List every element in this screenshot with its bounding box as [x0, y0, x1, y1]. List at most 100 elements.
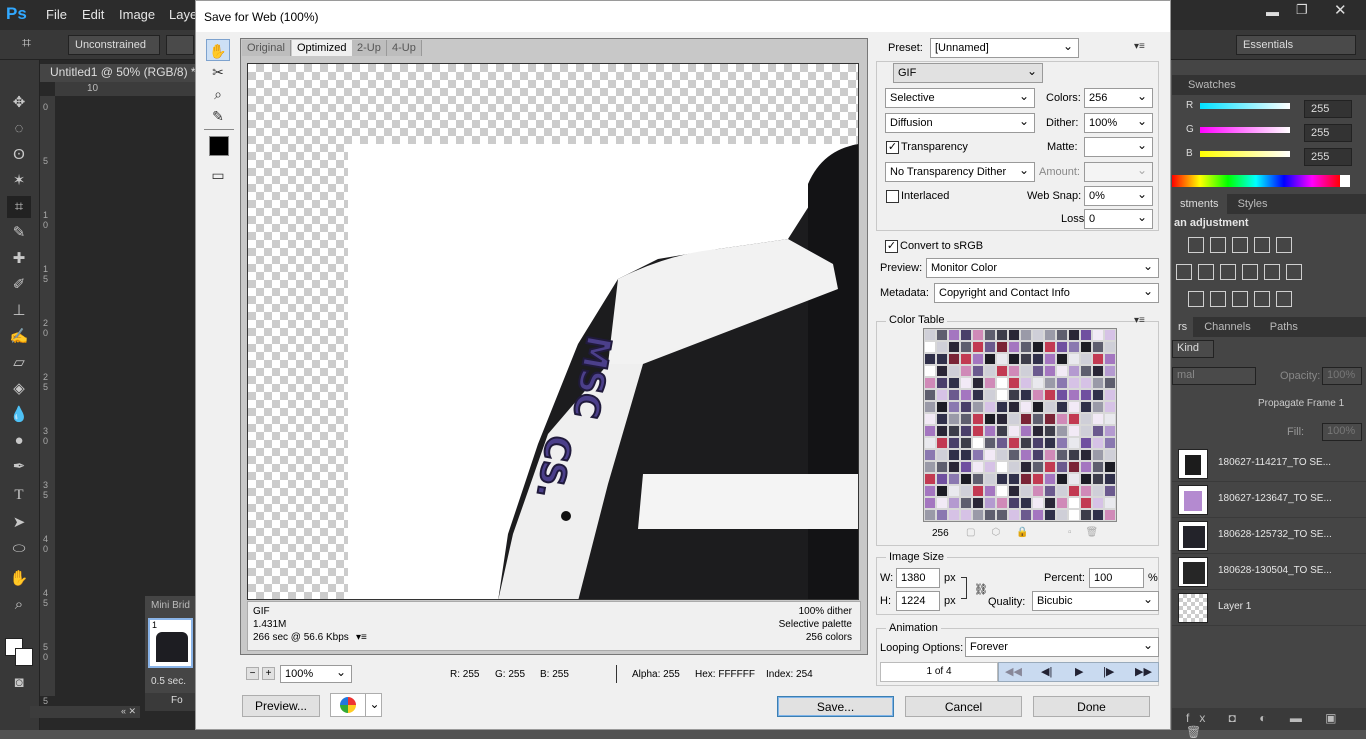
palette-swatch[interactable]: [972, 377, 984, 389]
palette-swatch[interactable]: [1068, 509, 1080, 521]
palette-swatch[interactable]: [1020, 329, 1032, 341]
palette-swatch[interactable]: [1092, 365, 1104, 377]
next-frame-icon[interactable]: |▶: [1103, 665, 1114, 678]
palette-swatch[interactable]: [996, 437, 1008, 449]
palette-swatch[interactable]: [924, 497, 936, 509]
palette-swatch[interactable]: [984, 377, 996, 389]
restore-icon[interactable]: ❐: [1296, 2, 1308, 18]
palette-swatch[interactable]: [1008, 485, 1020, 497]
palette-swatch[interactable]: [984, 509, 996, 521]
palette-swatch[interactable]: [984, 473, 996, 485]
minimize-icon[interactable]: ▬: [1266, 4, 1279, 19]
invert-icon[interactable]: [1188, 291, 1204, 307]
palette-swatch[interactable]: [972, 425, 984, 437]
palette-swatch[interactable]: [948, 329, 960, 341]
palette-swatch[interactable]: [1080, 425, 1092, 437]
palette-swatch[interactable]: [1008, 413, 1020, 425]
move-tool-icon[interactable]: ✥: [7, 92, 31, 114]
palette-swatch[interactable]: [984, 365, 996, 377]
layer-row[interactable]: 180628-125732_TO SE...: [1172, 518, 1366, 554]
green-slider[interactable]: [1200, 127, 1290, 133]
palette-swatch[interactable]: [1044, 353, 1056, 365]
vibrance-icon[interactable]: [1276, 237, 1292, 253]
close-icon[interactable]: ✕: [1334, 1, 1347, 19]
format-select[interactable]: GIF: [893, 62, 1043, 83]
tab-adjustments[interactable]: stments: [1172, 194, 1227, 214]
palette-swatch[interactable]: [984, 341, 996, 353]
palette-swatch[interactable]: [1092, 485, 1104, 497]
zoom-level-select[interactable]: 100%: [280, 664, 352, 683]
red-value[interactable]: 255: [1304, 100, 1352, 118]
palette-swatch[interactable]: [1044, 389, 1056, 401]
preview-select[interactable]: Monitor Color: [926, 257, 1159, 278]
palette-swatch[interactable]: [1020, 401, 1032, 413]
palette-swatch[interactable]: [936, 461, 948, 473]
layer-row[interactable]: 180627-114217_TO SE...: [1172, 446, 1366, 482]
palette-swatch[interactable]: [1080, 389, 1092, 401]
palette-swatch[interactable]: [996, 413, 1008, 425]
palette-swatch[interactable]: [936, 449, 948, 461]
palette-swatch[interactable]: [1068, 353, 1080, 365]
palette-swatch[interactable]: [924, 413, 936, 425]
palette-swatch[interactable]: [1068, 497, 1080, 509]
palette-swatch[interactable]: [1056, 377, 1068, 389]
palette-swatch[interactable]: [1044, 449, 1056, 461]
toggle-slices-icon[interactable]: ▭: [206, 164, 230, 186]
tab-optimized[interactable]: Optimized: [292, 40, 353, 56]
layer-row[interactable]: 180627-123647_TO SE...: [1172, 482, 1366, 518]
shape-tool-icon[interactable]: ⬭: [7, 538, 31, 560]
color-table-grid[interactable]: [923, 328, 1117, 522]
menu-file[interactable]: File: [46, 7, 67, 22]
palette-swatch[interactable]: [996, 341, 1008, 353]
dither-algorithm-select[interactable]: Diffusion: [885, 112, 1035, 133]
palette-swatch[interactable]: [1056, 485, 1068, 497]
palette-swatch[interactable]: [1008, 449, 1020, 461]
palette-swatch[interactable]: [1008, 401, 1020, 413]
layer-row[interactable]: Layer 1: [1172, 590, 1366, 626]
palette-swatch[interactable]: [1032, 365, 1044, 377]
channel-mixer-icon[interactable]: [1264, 264, 1280, 280]
palette-swatch[interactable]: [924, 473, 936, 485]
palette-swatch[interactable]: [1056, 461, 1068, 473]
palette-swatch[interactable]: [972, 437, 984, 449]
palette-swatch[interactable]: [924, 353, 936, 365]
palette-swatch[interactable]: [1104, 461, 1116, 473]
white-swatch[interactable]: [1340, 175, 1350, 187]
palette-swatch[interactable]: [1044, 497, 1056, 509]
palette-swatch[interactable]: [1008, 437, 1020, 449]
download-menu-icon[interactable]: ▾≡: [356, 632, 367, 644]
palette-swatch[interactable]: [924, 377, 936, 389]
palette-swatch[interactable]: [1080, 473, 1092, 485]
palette-swatch[interactable]: [1068, 437, 1080, 449]
palette-swatch[interactable]: [948, 461, 960, 473]
palette-swatch[interactable]: [1020, 437, 1032, 449]
zoom-in-button[interactable]: +: [262, 667, 275, 680]
palette-swatch[interactable]: [1020, 497, 1032, 509]
palette-swatch[interactable]: [1044, 473, 1056, 485]
healing-tool-icon[interactable]: ✚: [7, 248, 31, 270]
palette-swatch[interactable]: [972, 485, 984, 497]
eyedropper-color-swatch[interactable]: [209, 136, 229, 156]
palette-swatch[interactable]: [984, 401, 996, 413]
palette-swatch[interactable]: [924, 389, 936, 401]
palette-swatch[interactable]: [924, 449, 936, 461]
palette-swatch[interactable]: [948, 341, 960, 353]
palette-swatch[interactable]: [948, 509, 960, 521]
palette-swatch[interactable]: [948, 353, 960, 365]
palette-swatch[interactable]: [960, 389, 972, 401]
palette-swatch[interactable]: [1092, 461, 1104, 473]
done-button[interactable]: Done: [1033, 696, 1150, 717]
curves-icon[interactable]: [1232, 237, 1248, 253]
palette-swatch[interactable]: [948, 485, 960, 497]
lasso-tool-icon[interactable]: ʘ: [7, 144, 31, 166]
palette-swatch[interactable]: [984, 425, 996, 437]
tab-layers[interactable]: rs: [1172, 317, 1194, 337]
menu-edit[interactable]: Edit: [82, 7, 104, 22]
palette-swatch[interactable]: [1008, 377, 1020, 389]
blue-slider[interactable]: [1200, 151, 1290, 157]
marquee-tool-icon[interactable]: ◌: [7, 118, 31, 140]
palette-swatch[interactable]: [1056, 437, 1068, 449]
palette-swatch[interactable]: [1068, 425, 1080, 437]
palette-swatch[interactable]: [972, 365, 984, 377]
palette-swatch[interactable]: [948, 401, 960, 413]
